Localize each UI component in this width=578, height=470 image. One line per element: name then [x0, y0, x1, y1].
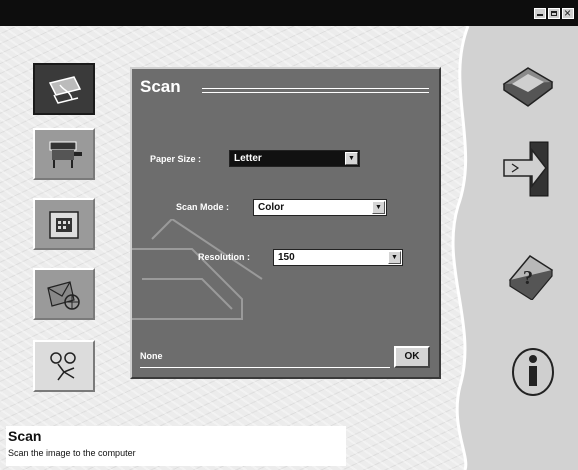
ocr-button[interactable] [33, 340, 95, 392]
scanner-icon [48, 76, 82, 104]
copy-button[interactable] [33, 128, 95, 180]
panel-title: Scan [140, 77, 181, 96]
footer-info: Scan Scan the image to the computer [6, 426, 346, 466]
status-text: None [140, 351, 163, 361]
paper-size-value: Letter [234, 153, 262, 164]
ok-button[interactable]: OK [394, 346, 430, 368]
svg-text:?: ? [523, 267, 533, 289]
dropdown-arrow-icon[interactable]: ▼ [372, 201, 385, 214]
resolution-value: 150 [278, 252, 295, 263]
window-controls [534, 6, 574, 20]
help-book-icon[interactable]: ? [506, 250, 556, 300]
minimize-button[interactable] [534, 8, 546, 19]
title-bar [0, 0, 578, 26]
scanner-illustration [132, 219, 263, 320]
resolution-select[interactable]: 150 ▼ [273, 249, 403, 266]
footer-title: Scan [8, 428, 42, 444]
scan-mode-label: Scan Mode : [176, 202, 230, 212]
dropdown-arrow-icon[interactable]: ▼ [388, 251, 401, 264]
title-rule [202, 88, 429, 93]
copier-icon [49, 141, 82, 168]
paper-size-select[interactable]: Letter ▼ [229, 150, 360, 167]
paper-size-label: Paper Size : [150, 154, 202, 164]
close-button[interactable] [562, 6, 574, 20]
email-icon [47, 281, 80, 310]
ocr-icon [50, 352, 76, 381]
info-icon[interactable] [510, 346, 556, 398]
dropdown-arrow-icon[interactable]: ▼ [345, 152, 358, 165]
fax-icon [49, 211, 79, 239]
maximize-button[interactable] [548, 8, 560, 19]
scan-panel: Scan Paper Size : Letter ▼ Scan Mode : C… [130, 67, 441, 379]
fax-button[interactable] [33, 198, 95, 250]
exit-door-icon[interactable] [502, 140, 552, 198]
scan-mode-value: Color [258, 202, 285, 213]
resolution-label: Resolution : [198, 252, 250, 262]
status-rule [140, 367, 390, 368]
scanner-device-icon[interactable] [500, 62, 556, 108]
scan-button[interactable] [33, 63, 95, 115]
footer-description: Scan the image to the computer [8, 448, 136, 458]
email-button[interactable] [33, 268, 95, 320]
scan-mode-select[interactable]: Color ▼ [253, 199, 387, 216]
